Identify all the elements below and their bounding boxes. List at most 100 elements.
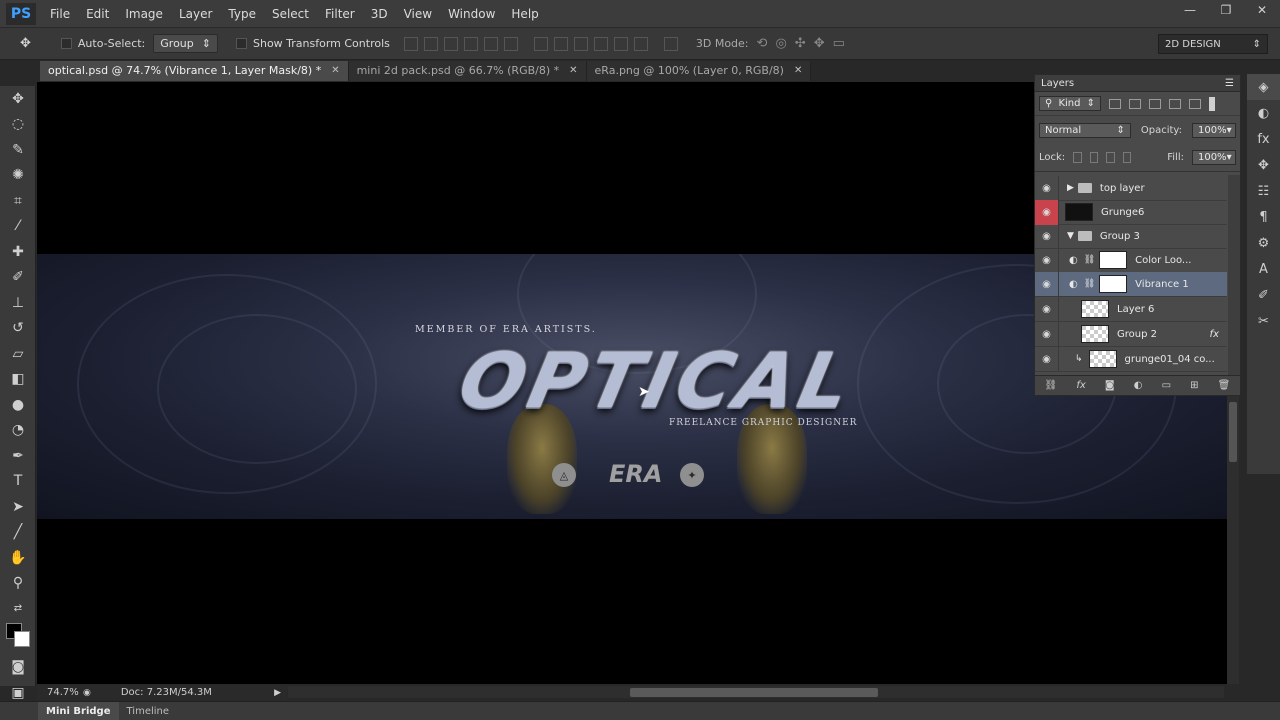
menu-filter[interactable]: Filter	[317, 0, 363, 28]
layer-row[interactable]: ◉ Grunge6	[1035, 199, 1227, 225]
layers-scrollbar[interactable]	[1228, 175, 1240, 375]
layer-row[interactable]: ◉ ↳ grunge01_04 co...	[1035, 346, 1227, 372]
horizontal-scrollbar[interactable]	[288, 686, 1224, 698]
layer-row[interactable]: ◉ ◐ ⛓ Vibrance 1	[1035, 271, 1227, 297]
menu-3d[interactable]: 3D	[363, 0, 396, 28]
lock-position-icon[interactable]	[1106, 152, 1115, 163]
settings-dock-icon[interactable]: ⚙	[1247, 230, 1280, 256]
background-color[interactable]	[14, 631, 30, 647]
eye-icon[interactable]: ◉	[1035, 296, 1059, 322]
quick-mask-icon[interactable]: ◙	[0, 654, 36, 680]
horizontal-scroll-thumb[interactable]	[630, 688, 878, 697]
lock-all-icon[interactable]	[1122, 152, 1132, 163]
new-group-icon[interactable]: ▭	[1162, 380, 1171, 391]
swap-colors-icon[interactable]: ⇄	[0, 596, 36, 622]
layer-row[interactable]: ◉ ▶ top layer	[1035, 175, 1227, 201]
eye-icon[interactable]: ◉	[1035, 321, 1059, 347]
fx-icon[interactable]: fx	[1076, 380, 1085, 391]
distribute-hcenter-icon[interactable]	[613, 36, 628, 51]
eye-icon[interactable]: ◉	[1035, 199, 1059, 225]
collapse-arrow-icon[interactable]: ▼	[1067, 231, 1074, 241]
brush-tool-icon[interactable]: ✐	[0, 265, 36, 291]
minimize-button[interactable]: —	[1182, 3, 1198, 17]
3d-rotate-icon[interactable]: ⟲	[757, 36, 768, 51]
lock-image-icon[interactable]	[1089, 152, 1099, 163]
3d-slide-icon[interactable]: ✥	[814, 36, 825, 51]
expand-arrow-icon[interactable]: ▶	[1067, 183, 1074, 193]
close-icon[interactable]: ✕	[569, 61, 577, 81]
lasso-tool-icon[interactable]: ✎	[0, 137, 36, 163]
adjustments-dock-icon[interactable]: ◐	[1247, 100, 1280, 126]
link-layers-icon[interactable]: ⛓	[1045, 380, 1058, 391]
menu-image[interactable]: Image	[117, 0, 171, 28]
vertical-scroll-thumb[interactable]	[1229, 402, 1237, 462]
menu-select[interactable]: Select	[264, 0, 317, 28]
align-top-icon[interactable]	[403, 36, 418, 51]
lock-transparent-icon[interactable]	[1073, 152, 1082, 163]
auto-align-icon[interactable]	[663, 36, 678, 51]
properties-dock-icon[interactable]: ☷	[1247, 178, 1280, 204]
paragraph-dock-icon[interactable]: ¶	[1247, 204, 1280, 230]
auto-select-checkbox[interactable]	[60, 38, 72, 49]
tab-mini-bridge[interactable]: Mini Bridge	[38, 701, 119, 720]
opacity-field[interactable]: 100% ▾	[1192, 122, 1236, 138]
add-mask-icon[interactable]: ◙	[1105, 380, 1115, 391]
layer-row[interactable]: ◉ ◐ ⛓ Color Loo...	[1035, 247, 1227, 273]
eye-icon[interactable]: ◉	[1035, 223, 1059, 249]
layer-row[interactable]: ◉ ▼ Group 3	[1035, 223, 1227, 249]
healing-tool-icon[interactable]: ✚	[0, 239, 36, 265]
transform-controls-checkbox[interactable]	[235, 38, 247, 49]
filter-adjustment-icon[interactable]	[1129, 98, 1141, 109]
filter-smart-icon[interactable]	[1189, 98, 1201, 109]
3d-scale-icon[interactable]: ▭	[833, 36, 845, 51]
close-window-button[interactable]: ✕	[1254, 3, 1270, 17]
tab-mini-2d-pack[interactable]: mini 2d pack.psd @ 66.7% (RGB/8) * ✕	[348, 61, 587, 81]
path-select-tool-icon[interactable]: ➤	[0, 494, 36, 520]
layer-row[interactable]: ◉ Group 2 fx	[1035, 321, 1227, 347]
eye-icon[interactable]: ◉	[1035, 247, 1059, 273]
status-menu-arrow[interactable]: ▶	[274, 688, 281, 698]
menu-window[interactable]: Window	[440, 0, 503, 28]
line-tool-icon[interactable]: ╱	[0, 520, 36, 546]
menu-view[interactable]: View	[396, 0, 440, 28]
layers-dock-icon[interactable]: ◈	[1247, 74, 1280, 100]
styles-dock-icon[interactable]: fx	[1247, 126, 1280, 152]
align-right-icon[interactable]	[503, 36, 518, 51]
align-vcenter-icon[interactable]	[423, 36, 438, 51]
hand-tool-icon[interactable]: ✋	[0, 545, 36, 571]
filter-kind-dropdown[interactable]: ⚲ Kind ⇕	[1039, 96, 1101, 111]
distribute-left-icon[interactable]	[593, 36, 608, 51]
close-icon[interactable]: ✕	[331, 61, 339, 81]
layer-row[interactable]: ◉ Layer 6	[1035, 296, 1227, 322]
stamp-tool-icon[interactable]: ⊥	[0, 290, 36, 316]
eye-icon[interactable]: ◉	[1035, 175, 1059, 201]
adjustment-layer-icon[interactable]: ◐	[1134, 380, 1143, 391]
menu-help[interactable]: Help	[503, 0, 546, 28]
eraser-tool-icon[interactable]: ▱	[0, 341, 36, 367]
distribute-top-icon[interactable]	[533, 36, 548, 51]
distribute-bottom-icon[interactable]	[573, 36, 588, 51]
eye-icon[interactable]: ◉	[1035, 346, 1059, 372]
move-tool-icon[interactable]: ✥	[0, 86, 36, 112]
zoom-tool-icon[interactable]: ⚲	[0, 571, 36, 597]
tab-timeline[interactable]: Timeline	[119, 702, 178, 720]
tab-optical[interactable]: optical.psd @ 74.7% (Vibrance 1, Layer M…	[40, 61, 349, 81]
tool-presets-dock-icon[interactable]: ✂	[1247, 308, 1280, 334]
menu-edit[interactable]: Edit	[78, 0, 117, 28]
auto-select-target-dropdown[interactable]: Group ⇕	[153, 34, 218, 53]
auto-select-option[interactable]: Auto-Select:	[60, 37, 145, 50]
dodge-tool-icon[interactable]: ◔	[0, 418, 36, 444]
fx-icon[interactable]: fx	[1210, 329, 1219, 340]
crop-tool-icon[interactable]: ⌗	[0, 188, 36, 214]
workspace-dropdown[interactable]: 2D DESIGN ⇕	[1158, 34, 1268, 54]
new-layer-icon[interactable]: ⊞	[1190, 380, 1198, 391]
transform-controls-option[interactable]: Show Transform Controls	[235, 37, 390, 50]
layers-panel-title[interactable]: Layers	[1041, 78, 1074, 89]
align-hcenter-icon[interactable]	[483, 36, 498, 51]
menu-type[interactable]: Type	[220, 0, 264, 28]
fill-field[interactable]: 100% ▾	[1191, 150, 1236, 165]
marquee-tool-icon[interactable]: ◌	[0, 112, 36, 138]
pen-tool-icon[interactable]: ✒	[0, 443, 36, 469]
filter-type-icon[interactable]	[1149, 98, 1161, 109]
align-bottom-icon[interactable]	[443, 36, 458, 51]
